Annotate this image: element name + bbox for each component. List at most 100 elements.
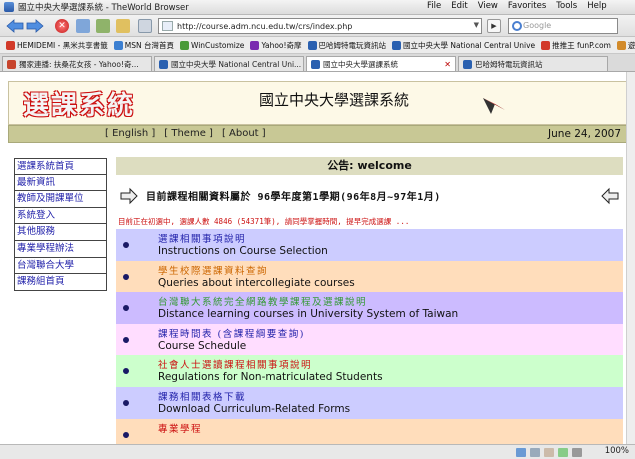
menu-help[interactable]: Help	[587, 1, 606, 11]
top-menu-strip: [ English ] [ Theme ] [ About ] June 24,…	[8, 125, 628, 143]
menu-view[interactable]: View	[478, 1, 498, 11]
history-icon[interactable]	[138, 19, 152, 33]
bookmark-icon	[307, 40, 317, 50]
bullet-icon	[123, 305, 129, 312]
announcement-row[interactable]: 課程時間表 (含課程綱要查詢) Course Schedule	[116, 323, 623, 356]
theme-link[interactable]: [ Theme ]	[164, 128, 213, 139]
about-link[interactable]: [ About ]	[222, 128, 266, 139]
bookmark-icon	[616, 40, 626, 50]
main-content: 公告: welcome 目前課程相關資料屬於 96學年度第1學期(96年8月~9…	[116, 157, 623, 444]
announcement-row[interactable]: 學生校際選課資料查詢 Queries about intercollegiate …	[116, 260, 623, 293]
bookmark-item[interactable]: 國立中央大學 National Central Unive	[392, 40, 535, 51]
english-link[interactable]: [ English ]	[105, 128, 155, 139]
bullet-icon	[123, 336, 129, 343]
bookmark-item[interactable]: HEMIDEMI - 黑米共享書籤	[6, 40, 108, 51]
bird-logo-icon	[483, 98, 505, 114]
menu-edit[interactable]: Edit	[451, 1, 467, 11]
search-engine-icon	[512, 21, 522, 31]
right-arrow-icon	[120, 187, 138, 205]
status-zoom-icon[interactable]	[572, 448, 582, 457]
bullet-icon	[123, 368, 129, 375]
announcement-title-en[interactable]: Instructions on Course Selection	[158, 245, 328, 257]
bookmark-icon	[541, 40, 551, 50]
sidebar-item-curriculum-office[interactable]: 課務組首頁	[14, 274, 107, 291]
sidebar-item-login[interactable]: 系統登入	[14, 207, 107, 225]
menu-file[interactable]: File	[427, 1, 441, 11]
announcement-title-zh[interactable]: 社會人士選讀課程相關事項說明	[158, 357, 312, 371]
browser-app-icon	[4, 2, 14, 12]
address-dropdown-icon[interactable]: ▼	[474, 21, 479, 29]
tab-yahoo[interactable]: 獨家連播: 扶桑花女孩 - Yahoo!奇...	[2, 56, 152, 71]
bookmark-item[interactable]: 遊戲	[616, 40, 635, 51]
bullet-icon	[123, 431, 129, 438]
current-date: June 24, 2007	[548, 128, 621, 140]
status-popup-icon[interactable]	[530, 448, 540, 457]
announcement-title-en[interactable]: Regulations for Non-matriculated Student…	[158, 371, 383, 383]
announcement-title-en[interactable]: Download Curriculum-Related Forms	[158, 403, 350, 415]
enrollment-alert: 目前正在初選中, 選課人數 4846 (54371筆), 請同學掌握時間, 提早…	[118, 217, 410, 226]
window-title: 國立中央大學選課系統 - TheWorld Browser	[18, 3, 189, 13]
semester-info: 目前課程相關資料屬於 96學年度第1學期(96年8月~97年1月)	[116, 181, 623, 215]
site-header: 選課系統 國立中央大學選課系統	[8, 81, 628, 125]
refresh-icon[interactable]	[76, 19, 90, 33]
announcement-title-zh[interactable]: 台灣聯大系統完全網路教學課程及選課說明	[158, 294, 367, 308]
announcement-title-zh[interactable]: 專業學程	[158, 421, 202, 435]
announcement-row[interactable]: 選課相關事項說明 Instructions on Course Selection	[116, 229, 623, 261]
announcement-title-en[interactable]: Queries about intercollegiate courses	[158, 277, 355, 289]
vertical-scrollbar[interactable]	[626, 72, 635, 444]
sidebar-item-home[interactable]: 選課系統首頁	[14, 158, 107, 175]
announcement-title-zh[interactable]: 課程時間表 (含課程綱要查詢)	[158, 326, 305, 340]
go-button[interactable]: ▶	[487, 19, 501, 33]
menu-bar: File Edit View Favorites Tools Help	[427, 1, 607, 11]
announcement-row[interactable]: 台灣聯大系統完全網路教學課程及選課說明 Distance learning cou…	[116, 292, 623, 324]
bookmark-icon	[392, 40, 402, 50]
sidebar-nav: 選課系統首頁 最新資訊 教師及開課單位 系統登入 其他服務 專業學程辦法 台灣聯…	[14, 158, 107, 291]
tab-favicon	[311, 59, 320, 69]
announcement-title-en[interactable]: Distance learning courses in University …	[158, 308, 458, 320]
announcement-row[interactable]: 課務相關表格下載 Download Curriculum-Related Form…	[116, 386, 623, 419]
zoom-level[interactable]: 100%	[605, 446, 629, 456]
status-security-icon[interactable]	[544, 448, 554, 457]
tab-gamer[interactable]: 巴哈姆特電玩資訊站	[458, 56, 608, 71]
sidebar-item-programs[interactable]: 專業學程辦法	[14, 240, 107, 258]
announcement-title-zh[interactable]: 學生校際選課資料查詢	[158, 263, 268, 277]
bookmark-icon	[6, 40, 15, 50]
announcement-title-en[interactable]: Course Schedule	[158, 340, 246, 352]
home-icon[interactable]	[96, 19, 110, 33]
sidebar-item-faculty[interactable]: 教師及開課單位	[14, 191, 107, 208]
back-button[interactable]	[4, 18, 26, 34]
tab-ncu[interactable]: 國立中央大學 National Central Uni...	[154, 56, 304, 71]
tab-close-icon[interactable]: ✕	[444, 60, 451, 69]
search-box[interactable]: Google	[508, 18, 618, 34]
bookmark-item[interactable]: 推推王 funP.com	[541, 40, 611, 51]
announcement-title-zh[interactable]: 選課相關事項說明	[158, 231, 246, 245]
sidebar-item-other-services[interactable]: 其他服務	[14, 224, 107, 241]
menu-favorites[interactable]: Favorites	[508, 1, 546, 11]
favorites-icon[interactable]	[116, 19, 130, 33]
bookmark-item[interactable]: 巴哈姆特電玩資訊站	[307, 40, 386, 51]
forward-button[interactable]	[24, 18, 46, 34]
tab-course-system[interactable]: 國立中央大學選課系統 ✕	[306, 56, 456, 71]
bullet-icon	[123, 242, 129, 248]
address-bar[interactable]: http://course.adm.ncu.edu.tw/crs/index.p…	[158, 18, 482, 34]
sidebar-item-news[interactable]: 最新資訊	[14, 174, 107, 192]
bookmark-item[interactable]: MSN 台灣首頁	[113, 40, 174, 51]
page-viewport: 選課系統 國立中央大學選課系統 [ English ] [ Theme ] [ …	[0, 72, 635, 444]
address-url: http://course.adm.ncu.edu.tw/crs/index.p…	[177, 21, 353, 31]
announcement-title-zh[interactable]: 課務相關表格下載	[158, 389, 246, 403]
announcement-row[interactable]: 專業學程	[116, 418, 623, 444]
site-logo[interactable]: 選課系統	[23, 85, 135, 122]
status-adblock-icon[interactable]	[558, 448, 568, 457]
bookmark-icon	[250, 40, 260, 50]
bookmark-item[interactable]: WinCustomize	[179, 40, 244, 50]
sidebar-item-ust[interactable]: 台灣聯合大學	[14, 257, 107, 275]
tab-strip: 獨家連播: 扶桑花女孩 - Yahoo!奇... 國立中央大學 National…	[0, 54, 635, 72]
announcement-row[interactable]: 社會人士選讀課程相關事項說明 Regulations for Non-matric…	[116, 355, 623, 387]
stop-button[interactable]: ✕	[54, 18, 70, 34]
menu-tools[interactable]: Tools	[556, 1, 577, 11]
left-arrow-icon	[601, 187, 619, 205]
bookmark-item[interactable]: Yahoo!奇摩	[250, 40, 302, 51]
stop-icon: ✕	[55, 19, 69, 33]
bullet-icon	[123, 273, 129, 280]
status-network-icon[interactable]	[516, 448, 526, 457]
